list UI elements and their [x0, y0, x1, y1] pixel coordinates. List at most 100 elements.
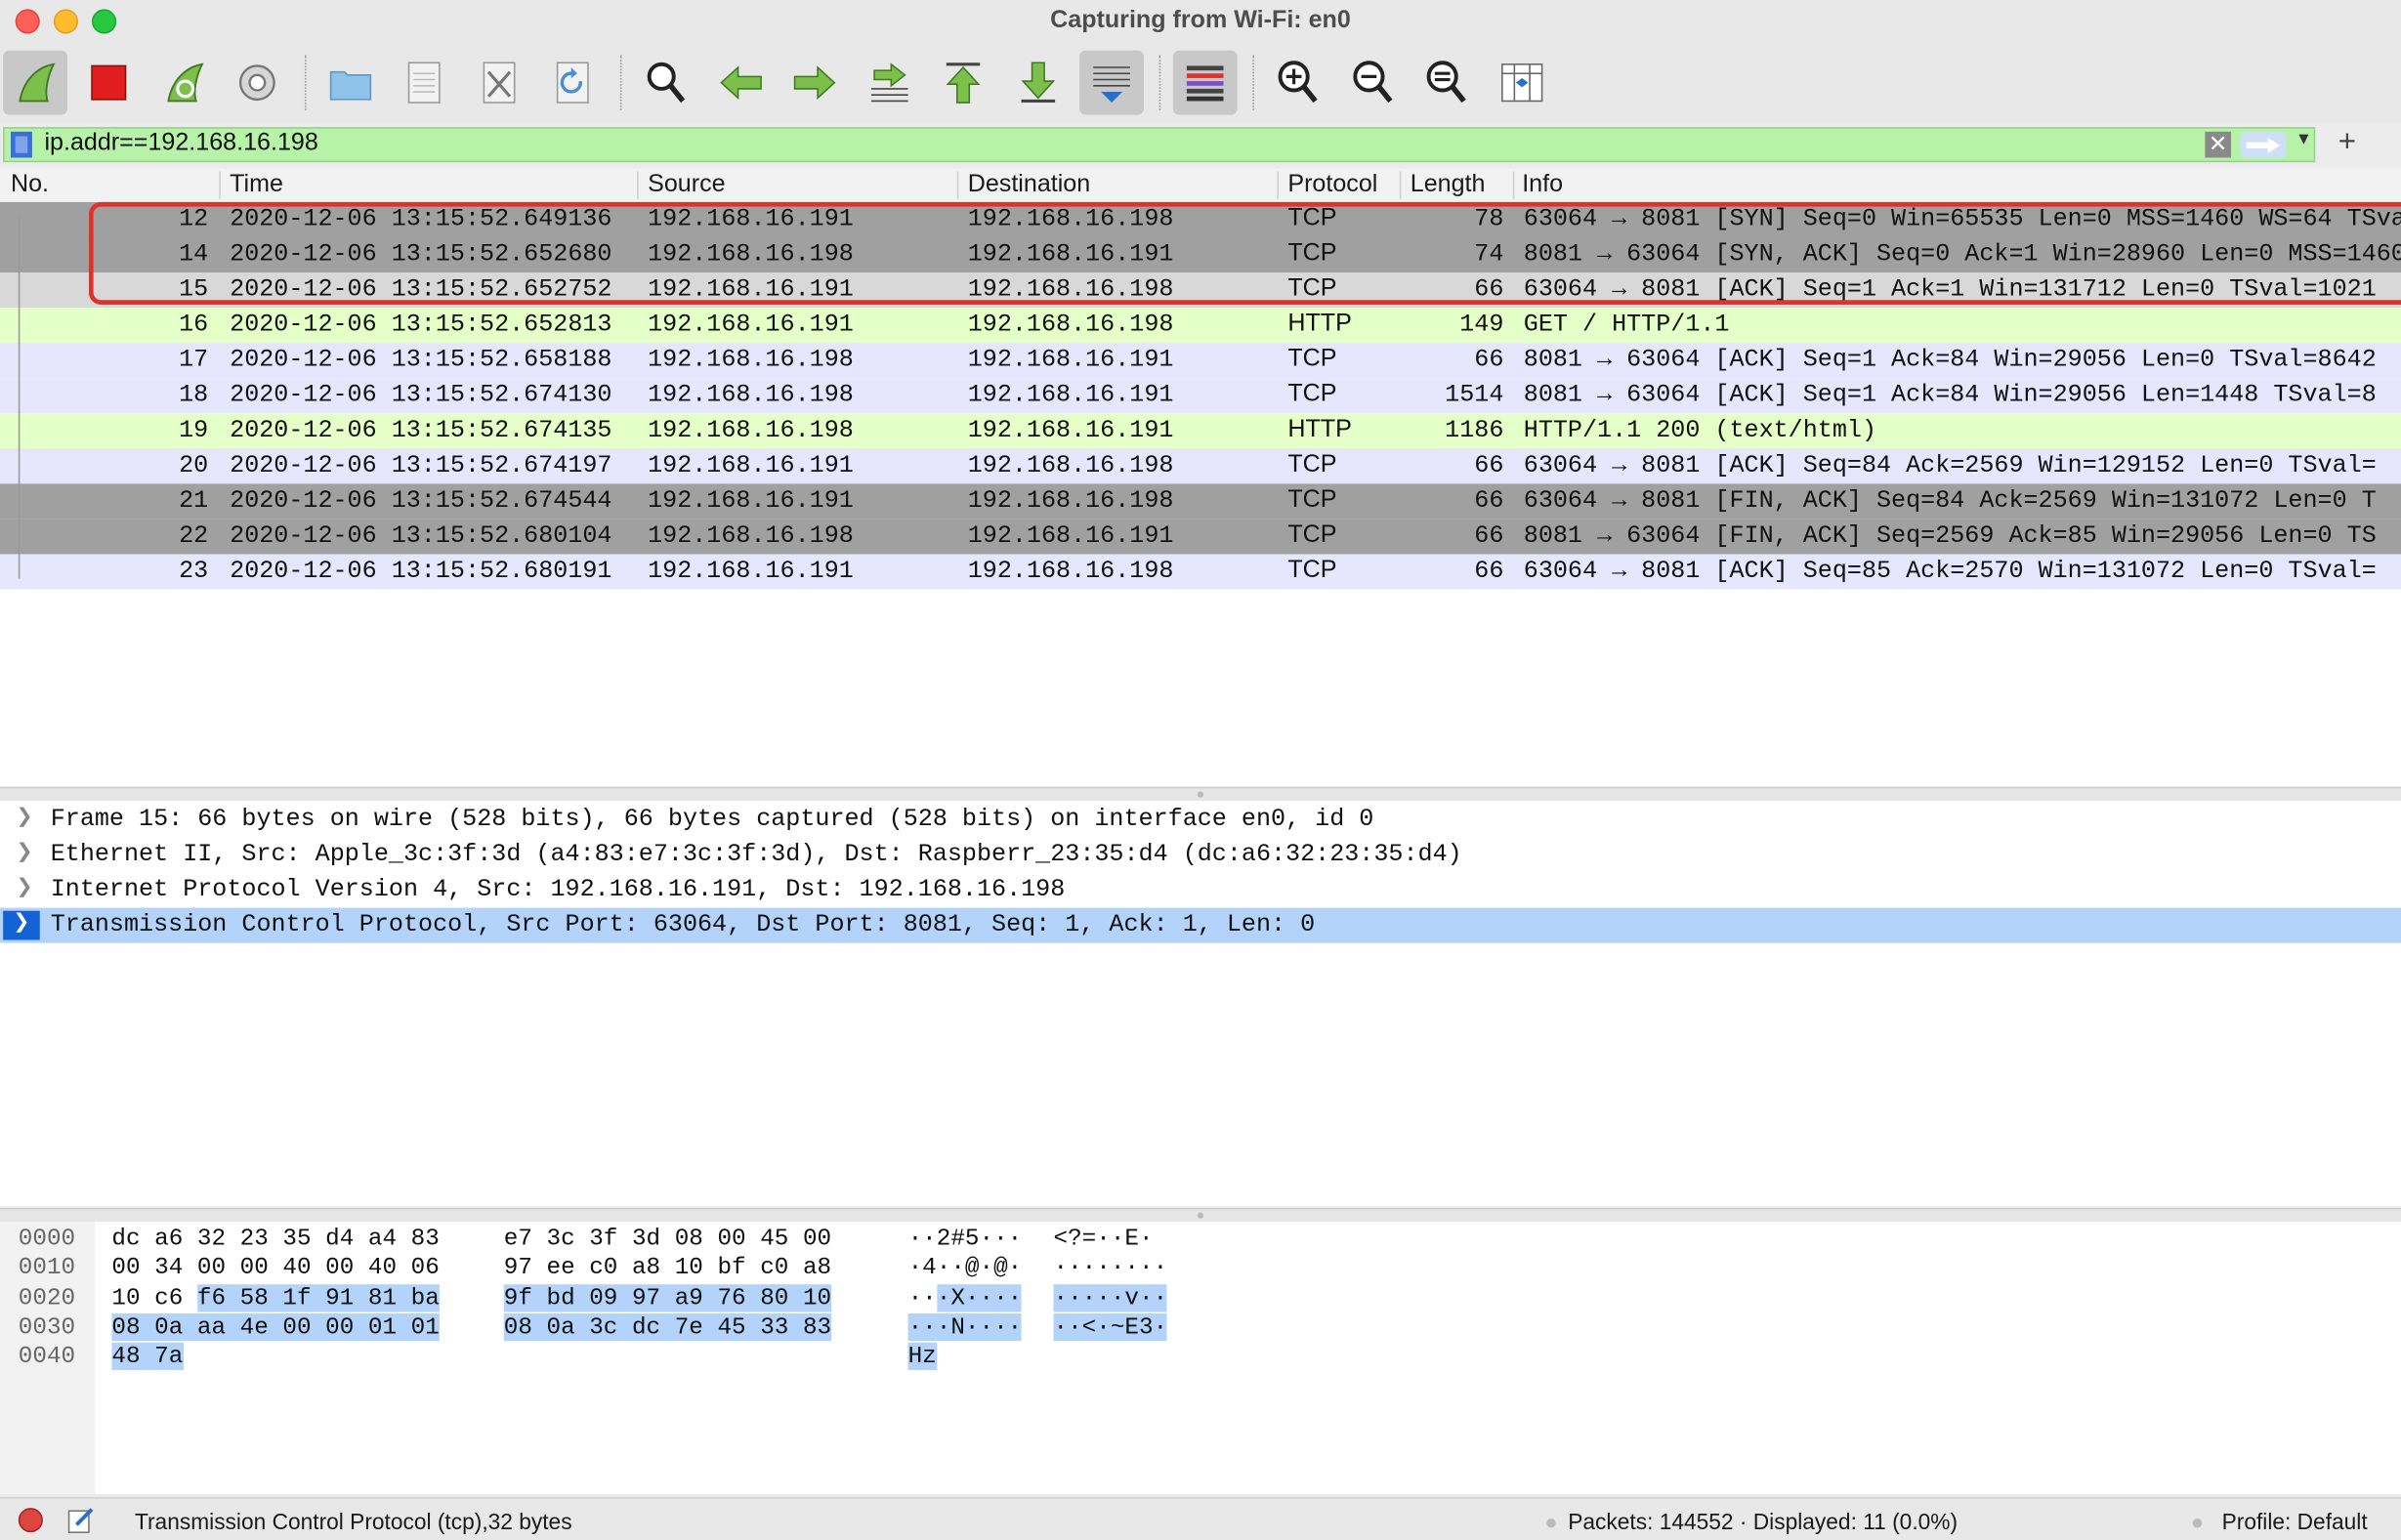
- bytes-ascii[interactable]: ···X····: [908, 1283, 1023, 1311]
- go-last-icon[interactable]: [1006, 51, 1071, 115]
- filter-bookmark-icon[interactable]: [10, 131, 32, 158]
- bytes-row: 0000 dc a6 32 23 35 d4 a4 83 e7 3c 3f 3d 0…: [0, 1225, 1225, 1254]
- restart-capture-icon[interactable]: [151, 51, 216, 115]
- bytes-offset: 0040: [18, 1343, 76, 1371]
- table-row[interactable]: 21 2020-12-06 13:15:52.674544 192.168.16.1…: [0, 483, 2401, 520]
- column-source[interactable]: Source: [648, 172, 725, 199]
- packet-length: 1514: [1445, 381, 1504, 409]
- normal-size-icon[interactable]: [1414, 51, 1479, 115]
- bytes-row: 0040 48 7a Hz: [0, 1343, 1225, 1372]
- bytes-hex[interactable]: 9f bd 09 97 a9 76 80 10: [503, 1283, 832, 1311]
- autoscroll-icon[interactable]: [1079, 50, 1144, 115]
- zoom-out-icon[interactable]: [1341, 51, 1406, 115]
- bytes-ascii[interactable]: ·····v··: [1053, 1283, 1168, 1311]
- bytes-offset: 0020: [18, 1283, 76, 1311]
- table-row[interactable]: 16 2020-12-06 13:15:52.652813 192.168.16.1…: [0, 308, 2401, 344]
- bytes-hex[interactable]: 97 ee c0 a8 10 bf c0 a8: [504, 1254, 831, 1281]
- go-first-icon[interactable]: [931, 51, 995, 115]
- expand-chevron-icon[interactable]: ❯: [13, 876, 37, 905]
- bytes-hex[interactable]: dc a6 32 23 35 d4 a4 83: [111, 1225, 439, 1252]
- column-protocol[interactable]: Protocol: [1287, 172, 1377, 199]
- bytes-ascii[interactable]: ···N····: [907, 1312, 1023, 1342]
- packet-destination: 192.168.16.191: [967, 381, 1174, 409]
- bytes-hex[interactable]: 48 7a: [111, 1343, 184, 1371]
- packet-destination: 192.168.16.198: [967, 486, 1174, 515]
- packet-protocol: TCP: [1287, 486, 1337, 514]
- close-file-icon[interactable]: [467, 51, 531, 115]
- packet-info: 63064 → 8081 [ACK] Seq=84 Ack=2569 Win=1…: [1523, 451, 2377, 479]
- colorize-icon[interactable]: [1172, 50, 1238, 115]
- table-row[interactable]: 18 2020-12-06 13:15:52.674130 192.168.16.1…: [0, 378, 2401, 414]
- expand-chevron-icon[interactable]: ❯: [3, 910, 40, 940]
- bytes-ascii[interactable]: ··2#5···: [908, 1225, 1023, 1252]
- packet-source: 192.168.16.198: [648, 381, 854, 409]
- add-filter-button-icon[interactable]: +: [2338, 126, 2356, 161]
- detail-tree-item[interactable]: ❯ Frame 15: 66 bytes on wire (528 bits), …: [0, 802, 2401, 837]
- window-title: Capturing from Wi-Fi: en0: [1050, 7, 1351, 34]
- detail-tree-item[interactable]: ❯ Ethernet II, Src: Apple_3c:3f:3d (a4:83…: [0, 837, 2401, 872]
- stop-capture-icon[interactable]: [76, 51, 141, 115]
- packet-length: 66: [1474, 346, 1504, 374]
- resize-columns-icon[interactable]: [1490, 51, 1554, 115]
- table-row[interactable]: 23 2020-12-06 13:15:52.680191 192.168.16.1…: [0, 554, 2401, 590]
- go-back-icon[interactable]: [709, 51, 774, 115]
- display-filter-text[interactable]: ip.addr==192.168.16.198: [44, 130, 317, 157]
- packet-no: 16: [179, 311, 209, 339]
- bytes-ascii[interactable]: ·4··@·@·: [908, 1254, 1023, 1281]
- status-packet-counts: Packets: 144552 · Displayed: 11 (0.0%): [1568, 1511, 1959, 1536]
- packet-time: 2020-12-06 13:15:52.680191: [230, 557, 612, 585]
- expert-info-icon[interactable]: [18, 1508, 43, 1533]
- packet-destination: 192.168.16.198: [967, 557, 1174, 585]
- table-row[interactable]: 20 2020-12-06 13:15:52.674197 192.168.16.1…: [0, 448, 2401, 484]
- packet-source: 192.168.16.191: [648, 311, 854, 339]
- packet-info: 63064 → 8081 [ACK] Seq=85 Ack=2570 Win=1…: [1523, 557, 2377, 585]
- packet-time: 2020-12-06 13:15:52.674135: [230, 416, 612, 444]
- bytes-hex[interactable]: 08 0a 3c dc 7e 45 33 83: [503, 1312, 832, 1342]
- detail-tree-item[interactable]: ❯ Internet Protocol Version 4, Src: 192.1…: [0, 873, 2401, 908]
- column-length[interactable]: Length: [1411, 172, 1486, 199]
- packet-length: 1186: [1445, 416, 1504, 444]
- go-forward-icon[interactable]: [782, 51, 847, 115]
- column-destination[interactable]: Destination: [968, 172, 1090, 199]
- reload-icon[interactable]: [540, 51, 605, 115]
- column-no[interactable]: No.: [11, 172, 49, 199]
- bytes-ascii[interactable]: ········: [1054, 1254, 1168, 1281]
- open-file-icon[interactable]: [318, 51, 383, 115]
- bytes-hex[interactable]: 00 34 00 00 40 00 40 06: [111, 1254, 439, 1281]
- bytes-hex[interactable]: 08 0a aa 4e 00 00 01 01: [111, 1312, 440, 1342]
- filter-history-dropdown-icon[interactable]: ▼: [2296, 130, 2312, 148]
- bytes-offset: 0010: [18, 1254, 76, 1282]
- expand-chevron-icon[interactable]: ❯: [13, 806, 37, 835]
- display-filter-input[interactable]: ip.addr==192.168.16.198 ✕ ▼: [3, 127, 2316, 163]
- main-toolbar: [0, 42, 2401, 123]
- zoom-in-icon[interactable]: [1266, 51, 1330, 115]
- table-row[interactable]: 17 2020-12-06 13:15:52.658188 192.168.16.1…: [0, 343, 2401, 379]
- capture-comment-icon[interactable]: [67, 1507, 95, 1534]
- packet-protocol: TCP: [1287, 346, 1337, 372]
- bytes-hex[interactable]: e7 3c 3f 3d 08 00 45 00: [504, 1225, 831, 1252]
- column-time[interactable]: Time: [230, 172, 283, 199]
- start-capture-icon[interactable]: [3, 50, 67, 115]
- table-row[interactable]: 19 2020-12-06 13:15:52.674135 192.168.16.1…: [0, 413, 2401, 449]
- column-info[interactable]: Info: [1522, 172, 1563, 199]
- find-packet-icon[interactable]: [634, 51, 698, 115]
- bytes-row: 0020 10 c6 f6 58 1f 91 81 ba 9f bd 09 97 a…: [0, 1283, 1225, 1313]
- table-row[interactable]: 22 2020-12-06 13:15:52.680104 192.168.16.1…: [0, 519, 2401, 555]
- apply-filter-icon[interactable]: [2240, 131, 2287, 158]
- bytes-ascii[interactable]: Hz: [907, 1343, 937, 1371]
- packet-no: 22: [179, 521, 209, 550]
- capture-options-icon[interactable]: [225, 51, 289, 115]
- bytes-hex[interactable]: 10 c6 f6 58 1f 91 81 ba: [111, 1283, 440, 1311]
- save-file-icon[interactable]: [392, 51, 456, 115]
- bytes-ascii[interactable]: <?=··E·: [1054, 1225, 1154, 1252]
- packet-time: 2020-12-06 13:15:52.674544: [230, 486, 612, 515]
- bytes-ascii[interactable]: ··<·~E3·: [1053, 1312, 1168, 1342]
- bytes-offset: 0030: [18, 1312, 76, 1342]
- detail-tree-item[interactable]: ❯ Transmission Control Protocol, Src Port…: [0, 907, 2401, 943]
- clear-filter-icon[interactable]: ✕: [2205, 131, 2231, 158]
- packet-protocol: HTTP: [1287, 416, 1352, 443]
- go-to-packet-icon[interactable]: [858, 51, 922, 115]
- status-profile[interactable]: Profile: Default: [2222, 1511, 2368, 1535]
- expand-chevron-icon[interactable]: ❯: [13, 841, 37, 870]
- title-bar: Capturing from Wi-Fi: en0: [0, 0, 2401, 43]
